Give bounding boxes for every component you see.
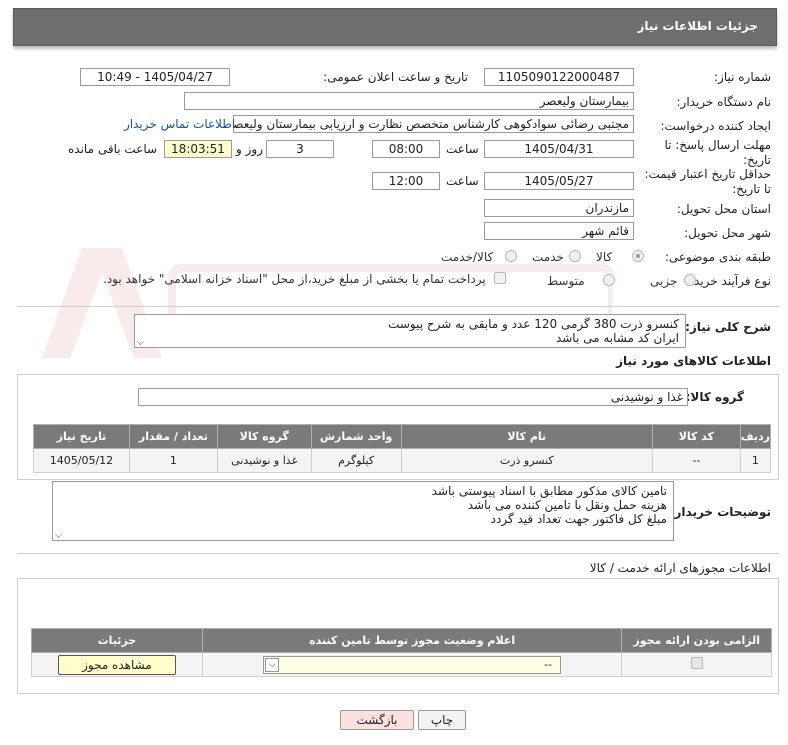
section-divider	[17, 306, 779, 307]
process-radio-minor[interactable]	[684, 274, 696, 286]
need-number-label: شماره نیاز:	[714, 70, 771, 84]
table-row: 1 -- کنسرو ذرت کیلوگرم غذا و نوشیدنی 1 1…	[33, 448, 772, 473]
category-option-goods-service: کالا/خدمت	[441, 250, 494, 264]
print-button[interactable]: چاپ	[418, 710, 466, 730]
deadline-date-field: 1405/04/31	[484, 140, 634, 158]
process-radio-medium[interactable]	[603, 274, 615, 286]
cell-permit-required	[621, 652, 772, 677]
cell-permit-details: مشاهده مجوز	[31, 652, 203, 677]
category-option-goods: کالا	[596, 250, 613, 264]
cell-item-group: غذا و نوشیدنی	[216, 448, 312, 473]
city-label: شهر محل تحویل:	[684, 226, 771, 240]
col-permit-details: جزئیات	[31, 628, 203, 653]
announce-datetime-field: 1405/04/27 - 10:49	[80, 68, 230, 86]
aria-tender-watermark-logo	[42, 248, 612, 358]
creator-label: ایجاد کننده درخواست:	[660, 119, 771, 133]
province-field: مازندران	[484, 199, 634, 217]
col-unit: واحد شمارش	[310, 424, 402, 449]
category-label: طبقه بندی موضوعی:	[664, 250, 771, 264]
deadline-time-field: 08:00	[372, 140, 440, 158]
permits-table: الزامی بودن ارائه مجوز اعلام وضعیت مجوز …	[31, 628, 772, 677]
cell-permit-status: -- ⌵	[201, 652, 623, 677]
cell-item-code: --	[651, 448, 741, 473]
price-validity-time-word: ساعت	[446, 174, 479, 188]
permit-required-checkbox	[690, 657, 703, 669]
section-divider	[17, 553, 779, 554]
col-row-number: ردیف	[739, 424, 772, 449]
permit-status-selected: --	[544, 657, 553, 671]
announce-datetime-label: تاریخ و ساعت اعلان عمومی:	[323, 70, 468, 84]
category-option-service: خدمت	[532, 250, 564, 264]
col-quantity: تعداد / مقدار	[128, 424, 218, 449]
goods-group-field: غذا و نوشیدنی	[138, 388, 688, 406]
col-item-group: گروه کالا	[216, 424, 312, 449]
deadline-label: مهلت ارسال پاسخ: تا تاریخ:	[664, 138, 771, 167]
cell-item-name: کنسرو ذرت	[400, 448, 653, 473]
goods-group-label: گروه کالا:	[685, 390, 744, 404]
buyer-notes-textarea[interactable]: تامین کالای مذکور مطابق با اسناد پیوستی …	[52, 481, 674, 541]
price-validity-time-field: 12:00	[372, 172, 440, 190]
buyer-notes-label: توضیحات خریدار:	[669, 505, 771, 519]
cell-row-number: 1	[739, 448, 772, 473]
description-label: شرح کلی نیاز:	[685, 320, 771, 334]
permit-status-select[interactable]: -- ⌵	[263, 655, 562, 674]
col-item-name: نام کالا	[400, 424, 653, 449]
creator-field: مجتبی رضائی سوادکوهی کارشناس متخصص نظارت…	[233, 115, 634, 133]
days-word: روز و	[236, 142, 263, 156]
buyer-contact-link[interactable]: اطلاعات تماس خریدار	[124, 117, 235, 131]
treasury-payment-checkbox[interactable]	[494, 272, 506, 284]
remaining-time-field: 18:03:51	[164, 140, 232, 158]
col-permit-status: اعلام وضعیت مجوز توسط تامین کننده	[201, 628, 623, 653]
price-validity-date-field: 1405/05/27	[484, 172, 634, 190]
remaining-time-word: ساعت باقی مانده	[68, 142, 158, 156]
col-item-code: کد کالا	[651, 424, 741, 449]
cell-unit: کیلوگرم	[310, 448, 402, 473]
page-title: جزئیات اطلاعات نیاز	[637, 19, 758, 33]
treasury-payment-note: پرداخت تمام یا بخشی از مبلغ خرید،از محل …	[103, 272, 486, 286]
table-row: -- ⌵ مشاهده مجوز	[31, 652, 772, 677]
permits-table-header: الزامی بودن ارائه مجوز اعلام وضعیت مجوز …	[31, 628, 772, 653]
col-permit-required: الزامی بودن ارائه مجوز	[621, 628, 772, 653]
back-button[interactable]: بازگشت	[340, 710, 414, 730]
process-type-label: نوع فرآیند خرید :	[686, 274, 771, 288]
city-field: قائم شهر	[484, 222, 634, 240]
cell-need-date: 1405/05/12	[33, 448, 130, 473]
view-permit-button[interactable]: مشاهده مجوز	[57, 654, 176, 675]
category-radio-goods[interactable]	[632, 250, 644, 262]
resize-handle-icon[interactable]	[55, 531, 62, 538]
deadline-time-word: ساعت	[446, 142, 479, 156]
category-radio-service[interactable]	[569, 250, 581, 262]
days-remaining-field: 3	[266, 140, 334, 158]
price-validity-label: حداقل تاریخ اعتبار قیمت: تا تاریخ:	[644, 167, 771, 196]
col-need-date: تاریخ نیاز	[33, 424, 130, 449]
buyer-org-field: بیمارستان ولیعصر	[184, 92, 634, 110]
process-option-medium: متوسط	[547, 274, 585, 288]
province-label: استان محل تحویل:	[676, 202, 771, 216]
need-number-field: 1105090122000487	[484, 68, 634, 86]
category-radio-goods-service[interactable]	[505, 250, 517, 262]
goods-table-header: ردیف کد کالا نام کالا واحد شمارش گروه کا…	[33, 424, 772, 449]
process-option-minor: جزیی	[650, 274, 678, 288]
resize-handle-icon[interactable]	[137, 338, 144, 345]
chevron-down-icon: ⌵	[265, 657, 280, 672]
description-textarea[interactable]: کنسرو ذرت 380 گرمی 120 عدد و مابقی به شر…	[134, 314, 686, 348]
permits-section-title: اطلاعات مجوزهای ارائه خدمت / کالا	[589, 561, 771, 575]
page-header: جزئیات اطلاعات نیاز	[13, 8, 777, 46]
buyer-org-label: نام دستگاه خریدار:	[676, 95, 772, 109]
goods-section-title: اطلاعات کالاهای مورد نیاز	[616, 354, 771, 368]
cell-quantity: 1	[128, 448, 218, 473]
goods-table: ردیف کد کالا نام کالا واحد شمارش گروه کا…	[33, 424, 772, 473]
